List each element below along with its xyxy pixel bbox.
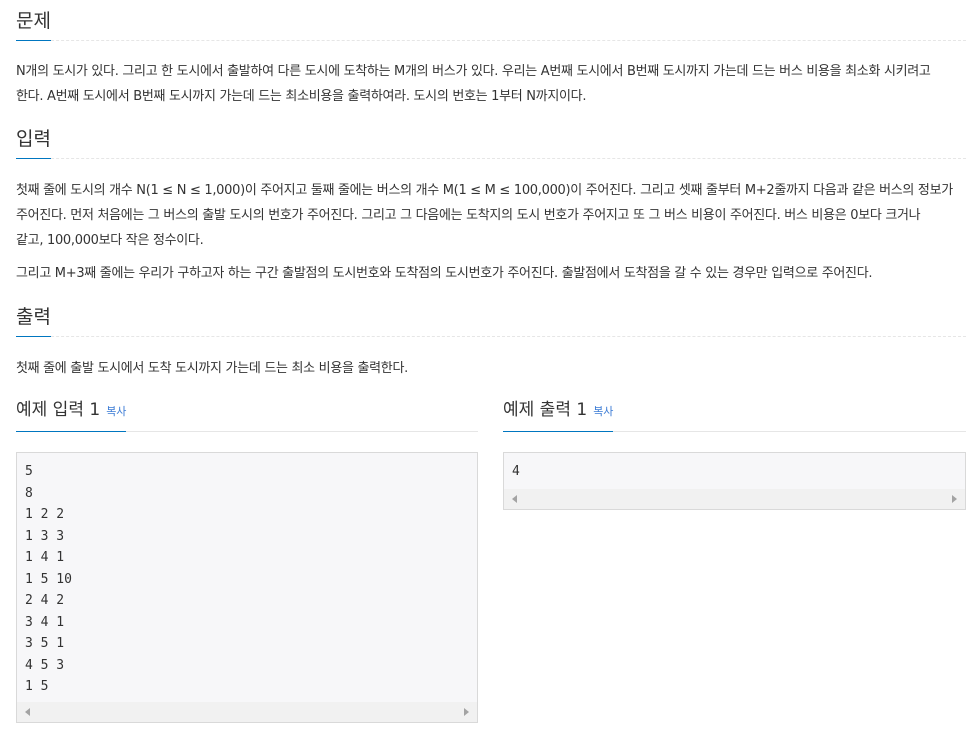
input-description-line: 같고, 100,000보다 작은 정수이다. <box>16 233 204 248</box>
sample-output-title: 예제 출력 1 복사 <box>503 399 614 432</box>
input-description-line: 첫째 줄에 도시의 개수 N(1 ≤ N ≤ 1,000)이 주어지고 둘째 줄… <box>16 183 953 198</box>
scroll-left-arrow-icon[interactable] <box>25 708 30 716</box>
sample-output-heading: 예제 출력 1 <box>503 400 588 420</box>
input-heading: 입력 <box>16 128 51 159</box>
sample-output-content: 4 <box>512 464 520 479</box>
scroll-right-arrow-icon[interactable] <box>952 495 957 503</box>
input-description: 첫째 줄에 도시의 개수 N(1 ≤ N ≤ 1,000)이 주어지고 둘째 줄… <box>16 178 966 253</box>
sample-output-scrollbar[interactable] <box>504 489 965 509</box>
scroll-right-arrow-icon[interactable] <box>464 708 469 716</box>
output-section-header: 출력 <box>16 296 966 337</box>
copy-sample-input-button[interactable]: 복사 <box>106 405 126 418</box>
output-heading: 출력 <box>16 306 51 337</box>
sample-input-scrollbar[interactable] <box>17 702 477 722</box>
sample-input-content: 5 8 1 2 2 1 3 3 1 4 1 1 5 10 2 4 2 3 4 1… <box>25 464 72 694</box>
input-description-line: 주어진다. 먼저 처음에는 그 버스의 출발 도시의 번호가 주어진다. 그리고… <box>16 208 921 223</box>
input-section-header: 입력 <box>16 118 966 159</box>
sample-input-title: 예제 입력 1 복사 <box>16 399 127 432</box>
problem-description-line: 한다. A번째 도시에서 B번째 도시까지 가는데 드는 최소비용을 출력하여라… <box>16 89 587 104</box>
output-description: 첫째 줄에 출발 도시에서 도착 도시까지 가는데 드는 최소 비용을 출력한다… <box>16 361 408 376</box>
input-description-2: 그리고 M+3째 줄에는 우리가 구하고자 하는 구간 출발점의 도시번호와 도… <box>16 266 873 281</box>
problem-description: N개의 도시가 있다. 그리고 한 도시에서 출발하여 다른 도시에 도착하는 … <box>16 59 966 109</box>
sample-input-heading: 예제 입력 1 <box>16 400 101 420</box>
sample-output-header: 예제 출력 1 복사 <box>503 391 966 432</box>
problem-heading: 문제 <box>16 10 51 41</box>
problem-description-line: N개의 도시가 있다. 그리고 한 도시에서 출발하여 다른 도시에 도착하는 … <box>16 64 931 79</box>
problem-section-header: 문제 <box>16 0 966 41</box>
copy-sample-output-button[interactable]: 복사 <box>593 405 613 418</box>
sample-input-box: 5 8 1 2 2 1 3 3 1 4 1 1 5 10 2 4 2 3 4 1… <box>16 452 478 723</box>
scroll-left-arrow-icon[interactable] <box>512 495 517 503</box>
sample-output-box: 4 <box>503 452 966 510</box>
sample-input-header: 예제 입력 1 복사 <box>16 391 478 432</box>
